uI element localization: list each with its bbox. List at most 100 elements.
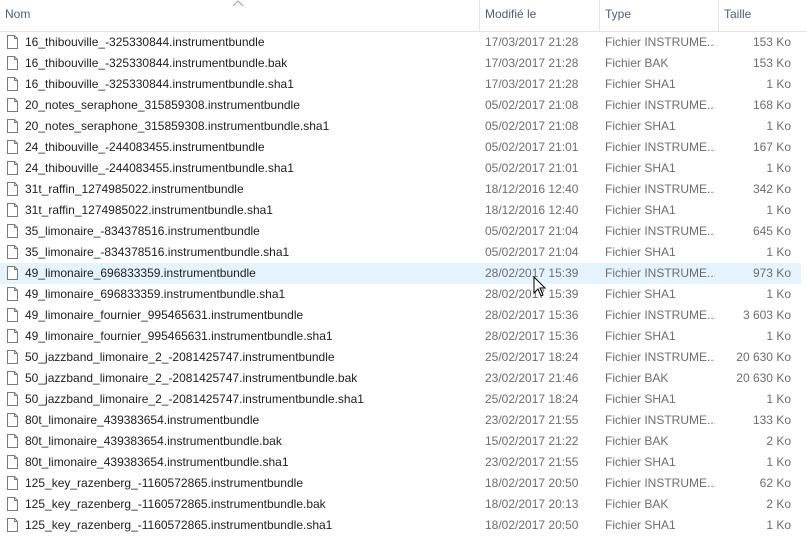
file-row[interactable]: 80t_limonaire_439383654.instrumentbundle… [0, 431, 801, 452]
file-name: 20_notes_seraphone_315859308.instrumentb… [25, 98, 300, 112]
column-header-date[interactable]: Modifié le [480, 0, 600, 31]
file-row[interactable]: 49_limonaire_696833359.instrumentbundle.… [0, 284, 801, 305]
file-modified-date: 18/02/2017 20:50 [485, 518, 579, 532]
file-row[interactable]: 31t_raffin_1274985022.instrumentbundle 18… [0, 179, 801, 200]
file-row[interactable]: 125_key_razenberg_-1160572865.instrument… [0, 515, 801, 536]
file-size: 1 Ko [766, 455, 791, 469]
file-name: 49_limonaire_fournier_995465631.instrume… [25, 329, 333, 343]
file-modified-date: 05/02/2017 21:08 [485, 98, 579, 112]
file-name: 125_key_razenberg_-1160572865.instrument… [25, 518, 333, 532]
file-icon [7, 287, 18, 301]
file-row[interactable]: 125_key_razenberg_-1160572865.instrument… [0, 494, 801, 515]
file-size: 342 Ko [752, 182, 791, 196]
file-row[interactable]: 80t_limonaire_439383654.instrumentbundle… [0, 410, 801, 431]
file-size: 168 Ko [752, 98, 791, 112]
file-icon [7, 203, 18, 217]
file-row[interactable]: 49_limonaire_696833359.instrumentbundle 2… [0, 263, 801, 284]
file-row[interactable]: 31t_raffin_1274985022.instrumentbundle.s… [0, 200, 801, 221]
file-icon [7, 56, 18, 70]
file-modified-date: 28/02/2017 15:36 [485, 329, 579, 343]
column-header-name-label: Nom [5, 7, 31, 21]
file-row[interactable]: 80t_limonaire_439383654.instrumentbundle… [0, 452, 801, 473]
file-row[interactable]: 24_thibouville_-244083455.instrumentbund… [0, 158, 801, 179]
file-row[interactable]: 50_jazzband_limonaire_2_-2081425747.inst… [0, 368, 801, 389]
file-row[interactable]: 16_thibouville_-325330844.instrumentbund… [0, 74, 801, 95]
file-modified-date: 05/02/2017 21:04 [485, 245, 579, 259]
file-icon [7, 350, 18, 364]
column-header-type[interactable]: Type [600, 0, 719, 31]
mouse-cursor-icon [533, 276, 547, 297]
file-icon [7, 329, 18, 343]
file-name: 49_limonaire_696833359.instrumentbundle.… [25, 287, 286, 301]
file-name: 16_thibouville_-325330844.instrumentbund… [25, 56, 288, 70]
file-type: Fichier INSTRUME... [605, 98, 715, 112]
file-name: 31t_raffin_1274985022.instrumentbundle [25, 182, 244, 196]
file-row[interactable]: 20_notes_seraphone_315859308.instrumentb… [0, 95, 801, 116]
file-row[interactable]: 20_notes_seraphone_315859308.instrumentb… [0, 116, 801, 137]
file-row[interactable]: 24_thibouville_-244083455.instrumentbund… [0, 137, 801, 158]
file-size: 133 Ko [752, 413, 791, 427]
file-name: 49_limonaire_696833359.instrumentbundle [25, 266, 256, 280]
file-icon [7, 434, 18, 448]
file-type: Fichier INSTRUME... [605, 35, 715, 49]
file-size: 2 Ko [766, 434, 791, 448]
file-name: 20_notes_seraphone_315859308.instrumentb… [25, 119, 330, 133]
file-modified-date: 05/02/2017 21:08 [485, 119, 579, 133]
file-row[interactable]: 125_key_razenberg_-1160572865.instrument… [0, 473, 801, 494]
file-icon [7, 35, 18, 49]
file-type: Fichier SHA1 [605, 518, 676, 532]
file-row[interactable]: 35_limonaire_-834378516.instrumentbundle… [0, 242, 801, 263]
file-row[interactable]: 49_limonaire_fournier_995465631.instrume… [0, 326, 801, 347]
file-icon [7, 371, 18, 385]
file-name: 80t_limonaire_439383654.instrumentbundle [25, 413, 260, 427]
file-name: 35_limonaire_-834378516.instrumentbundle [25, 224, 260, 238]
column-header-size[interactable]: Taille [719, 0, 807, 31]
file-icon [7, 119, 18, 133]
file-type: Fichier BAK [605, 434, 669, 448]
file-type: Fichier BAK [605, 56, 669, 70]
file-size: 1 Ko [766, 119, 791, 133]
file-row[interactable]: 50_jazzband_limonaire_2_-2081425747.inst… [0, 389, 801, 410]
file-size: 1 Ko [766, 77, 791, 91]
file-icon [7, 140, 18, 154]
file-size: 153 Ko [752, 35, 791, 49]
file-row[interactable]: 16_thibouville_-325330844.instrumentbund… [0, 53, 801, 74]
file-modified-date: 05/02/2017 21:04 [485, 224, 579, 238]
file-icon [7, 161, 18, 175]
file-type: Fichier INSTRUME... [605, 182, 715, 196]
file-type: Fichier SHA1 [605, 245, 676, 259]
file-name: 24_thibouville_-244083455.instrumentbund… [25, 161, 294, 175]
file-name: 80t_limonaire_439383654.instrumentbundle… [25, 434, 282, 448]
file-type: Fichier SHA1 [605, 329, 676, 343]
file-size: 20 630 Ko [736, 371, 791, 385]
file-size: 1 Ko [766, 329, 791, 343]
file-size: 3 603 Ko [742, 308, 791, 322]
file-modified-date: 25/02/2017 18:24 [485, 350, 579, 364]
file-name: 16_thibouville_-325330844.instrumentbund… [25, 35, 265, 49]
file-size: 1 Ko [766, 161, 791, 175]
file-row[interactable]: 16_thibouville_-325330844.instrumentbund… [0, 32, 801, 53]
file-row[interactable]: 49_limonaire_fournier_995465631.instrume… [0, 305, 801, 326]
file-type: Fichier INSTRUME... [605, 140, 715, 154]
column-header-type-label: Type [605, 7, 632, 21]
file-name: 125_key_razenberg_-1160572865.instrument… [25, 476, 303, 490]
file-icon [7, 245, 18, 259]
file-type: Fichier SHA1 [605, 77, 676, 91]
file-name: 50_jazzband_limonaire_2_-2081425747.inst… [25, 371, 358, 385]
file-size: 153 Ko [752, 56, 791, 70]
file-icon [7, 308, 18, 322]
file-row[interactable]: 50_jazzband_limonaire_2_-2081425747.inst… [0, 347, 801, 368]
file-size: 1 Ko [766, 392, 791, 406]
file-type: Fichier SHA1 [605, 455, 676, 469]
file-name: 49_limonaire_fournier_995465631.instrume… [25, 308, 304, 322]
file-modified-date: 17/03/2017 21:28 [485, 56, 579, 70]
file-modified-date: 28/02/2017 15:36 [485, 308, 579, 322]
file-size: 20 630 Ko [736, 350, 791, 364]
file-list: 16_thibouville_-325330844.instrumentbund… [0, 32, 807, 536]
file-modified-date: 23/02/2017 21:46 [485, 371, 579, 385]
file-name: 31t_raffin_1274985022.instrumentbundle.s… [25, 203, 273, 217]
file-row[interactable]: 35_limonaire_-834378516.instrumentbundle… [0, 221, 801, 242]
file-modified-date: 05/02/2017 21:01 [485, 140, 579, 154]
file-icon [7, 98, 18, 112]
file-icon [7, 497, 18, 511]
